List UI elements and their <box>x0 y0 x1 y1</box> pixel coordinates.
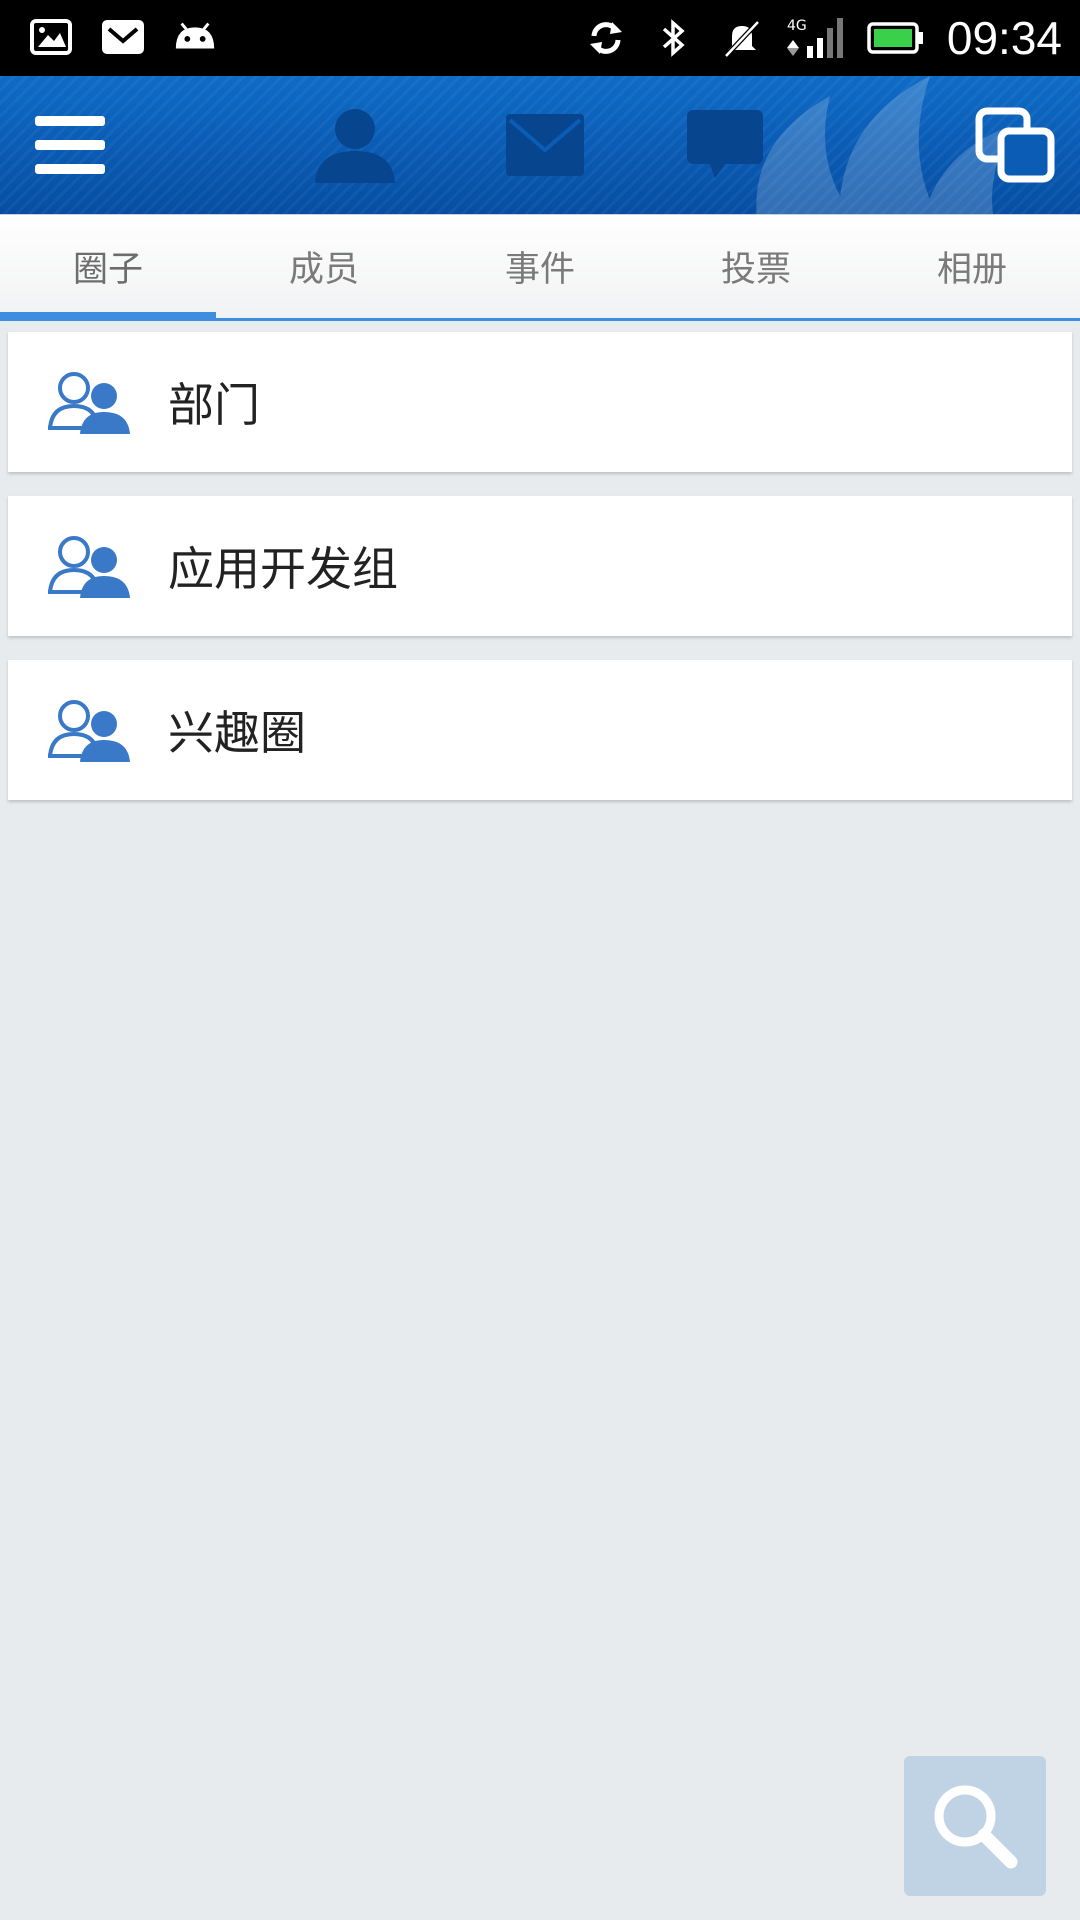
list-item-label: 应用开发组 <box>168 542 398 596</box>
group-icon <box>48 372 130 434</box>
signal-icon: 4G <box>786 15 845 61</box>
group-icon <box>48 700 130 762</box>
tab-active-indicator <box>0 312 216 321</box>
tab-bar: 圈子 成员 事件 投票 相册 <box>0 214 1080 321</box>
windows-button[interactable] <box>960 76 1070 214</box>
search-button[interactable] <box>904 1756 1046 1896</box>
status-bar: 4G 09:34 <box>0 0 1080 76</box>
tab-members[interactable]: 成员 <box>216 215 432 317</box>
image-icon <box>28 14 74 60</box>
battery-icon <box>867 15 925 61</box>
group-list: 部门 应用开发组 兴趣圈 <box>8 332 1072 824</box>
tab-votes[interactable]: 投票 <box>648 215 864 317</box>
windows-icon <box>975 107 1055 183</box>
list-item[interactable]: 部门 <box>8 332 1072 472</box>
status-time: 09:34 <box>946 12 1062 64</box>
list-item-label: 兴趣圈 <box>168 706 306 760</box>
group-icon <box>48 536 130 598</box>
contacts-button[interactable] <box>300 76 410 214</box>
android-icon <box>172 14 218 60</box>
mail-notification-icon <box>100 14 146 60</box>
tab-circles[interactable]: 圈子 <box>0 215 216 317</box>
action-bar <box>0 76 1080 214</box>
menu-icon <box>35 116 105 174</box>
list-item[interactable]: 兴趣圈 <box>8 660 1072 800</box>
mail-button[interactable] <box>490 76 600 214</box>
search-icon <box>934 1785 1018 1869</box>
list-item[interactable]: 应用开发组 <box>8 496 1072 636</box>
chat-button[interactable] <box>670 76 780 214</box>
network-type: 4G <box>787 18 807 34</box>
bluetooth-icon <box>651 15 697 61</box>
person-icon <box>315 109 395 183</box>
sync-icon <box>583 15 629 61</box>
tab-events[interactable]: 事件 <box>432 215 648 317</box>
mute-icon <box>719 15 765 61</box>
list-item-label: 部门 <box>168 378 260 432</box>
mail-icon <box>506 114 584 176</box>
tab-albums[interactable]: 相册 <box>864 215 1080 317</box>
menu-button[interactable] <box>22 76 118 214</box>
chat-icon <box>687 110 763 178</box>
